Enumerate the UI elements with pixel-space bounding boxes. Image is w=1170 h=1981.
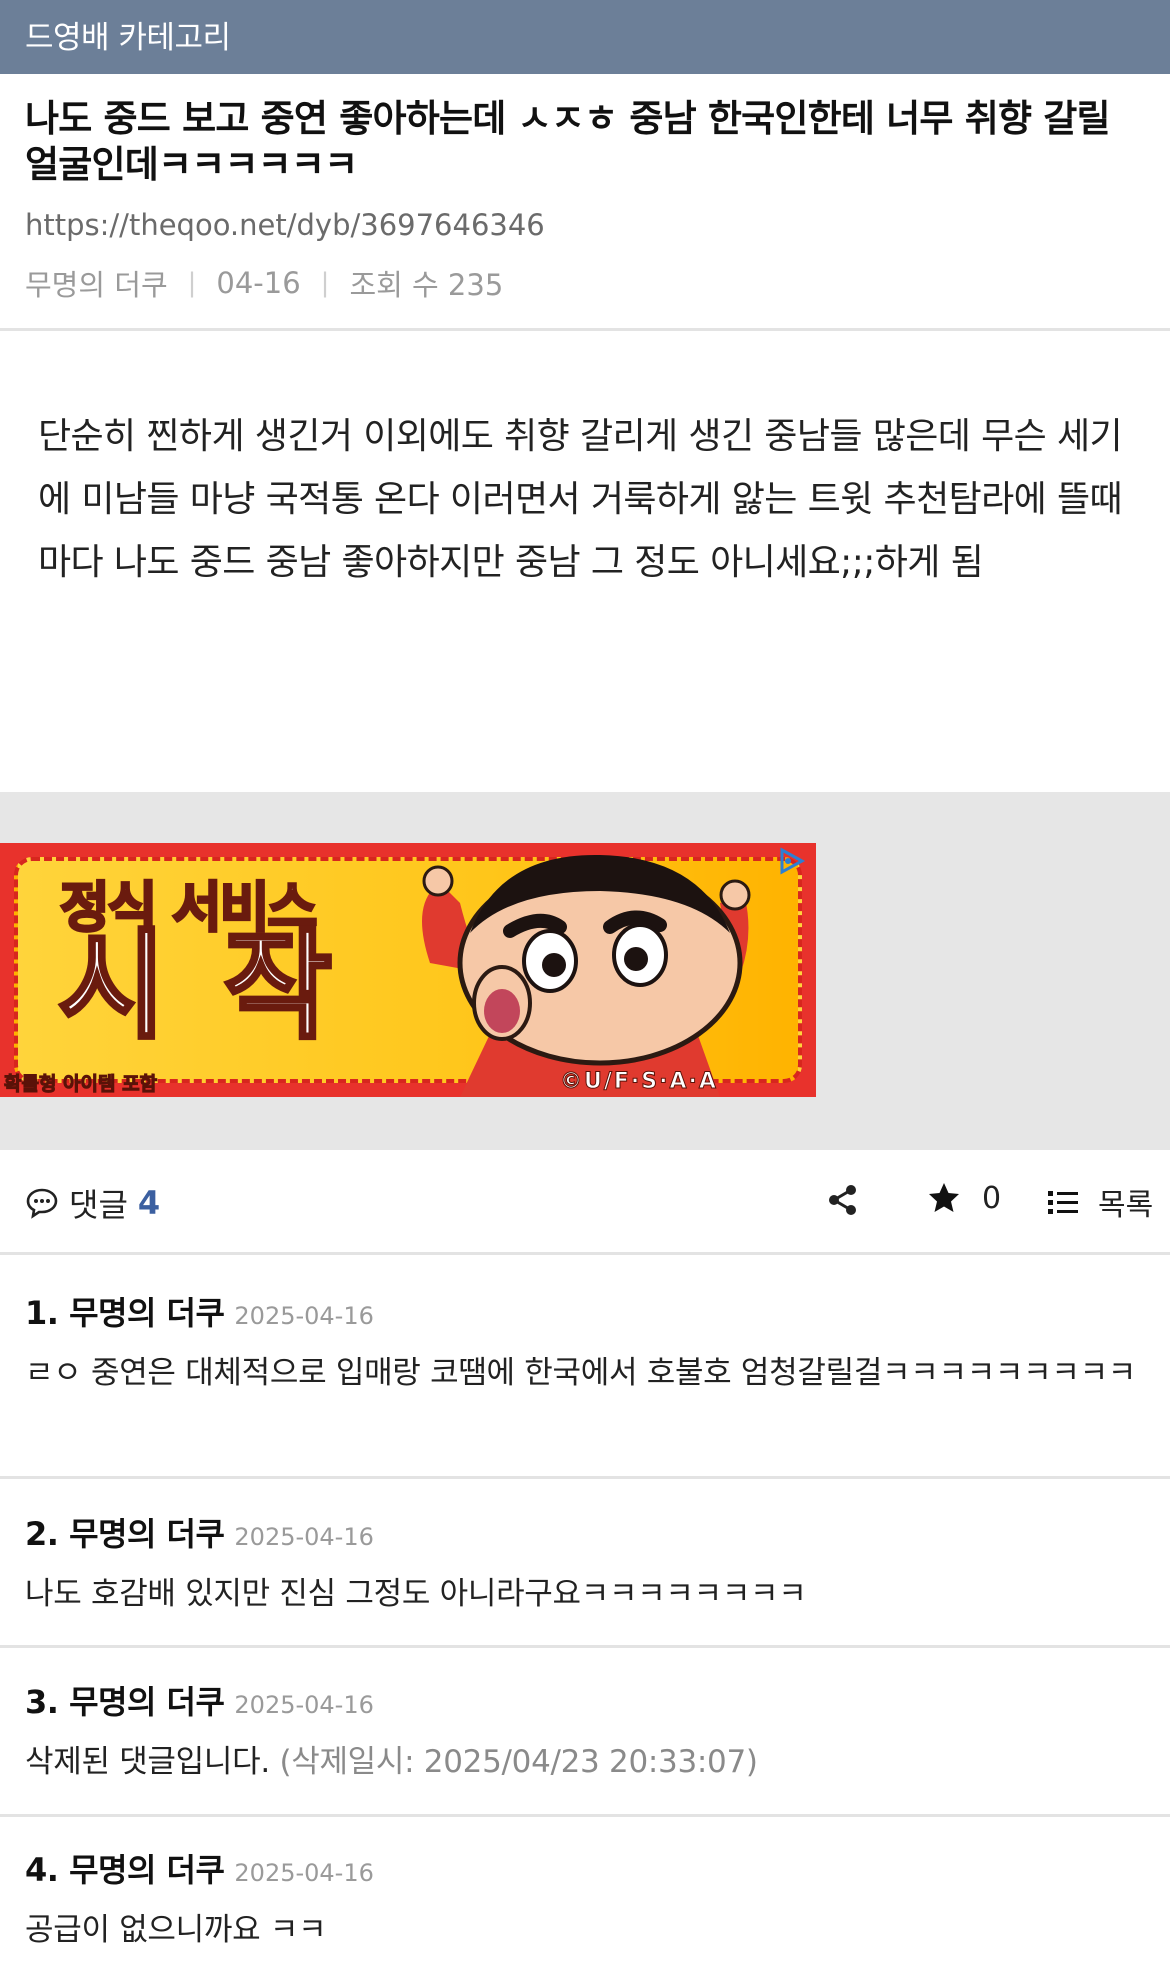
comment-item: 3. 무명의 더쿠 2025-04-16 삭제된 댓글입니다. (삭제일시: 2… (25, 1677, 1150, 1789)
favorite-count: 0 (982, 1180, 1002, 1216)
comment-date: 2025-04-16 (234, 1859, 374, 1887)
comment-text: ㄹㅇ 중연은 대체적으로 입매랑 코땜에 한국에서 호불호 엄청갈릴걸ㅋㅋㅋㅋㅋ… (25, 1355, 1137, 1391)
star-icon (929, 1183, 959, 1212)
comment-text: 삭제된 댓글입니다. (삭제일시: 2025/04/23 20:33:07) (25, 1735, 1150, 1789)
comment-item: 4. 무명의 더쿠 2025-04-16 공급이 없으니까요 ㅋㅋ (25, 1845, 1150, 1957)
comment-author: 1. 무명의 더쿠 (25, 1294, 225, 1332)
ad-disclaimer: 확률형 아이템 포함 (3, 1073, 158, 1096)
divider (0, 1645, 1170, 1648)
speech-bubble-icon (26, 1188, 58, 1219)
post-url[interactable]: https://theqoo.net/dyb/3697646346 (25, 208, 545, 242)
comments-label: 댓글 (69, 1186, 128, 1224)
ad-subheadline: 시 작 (56, 917, 341, 1055)
ad-copyright: ©U/F·S·A·A (560, 1069, 718, 1095)
comment-date: 2025-04-16 (234, 1302, 374, 1330)
share-icon[interactable] (825, 1182, 861, 1218)
comment-text: 나도 호감배 있지만 진심 그정도 아니라구요ㅋㅋㅋㅋㅋㅋㅋㅋ (25, 1576, 807, 1612)
list-button[interactable]: 목록 (1046, 1180, 1153, 1224)
deleted-comment-text: 삭제된 댓글입니다. (25, 1744, 270, 1780)
comment-text: 공급이 없으니까요 ㅋㅋ (25, 1912, 327, 1948)
post-title: 나도 중드 보고 중연 좋아하는데 ㅅㅈㅎ 중남 한국인한테 너무 취향 갈릴 … (25, 97, 1111, 186)
divider (0, 1814, 1170, 1817)
meta-separator: | (320, 268, 330, 298)
post-body: 단순히 찐하게 생긴거 이외에도 취향 갈리게 생긴 중남들 많은데 무슨 세기… (38, 416, 1123, 583)
divider (0, 328, 1170, 331)
post-date: 04-16 (216, 266, 301, 300)
post-views: 조회 수 235 (349, 268, 504, 302)
ad-choices-icon[interactable] (776, 846, 806, 876)
ad-banner[interactable]: 정식 서비스 시 작 확률형 아이템 포함 ©U/F·S·A·A (0, 843, 816, 1097)
post-title-block: 나도 중드 보고 중연 좋아하는데 ㅅㅈㅎ 중남 한국인한테 너무 취향 갈릴 … (25, 96, 1145, 188)
post-author: 무명의 더쿠 (25, 268, 168, 302)
comment-author: 4. 무명의 더쿠 (25, 1851, 225, 1889)
comment-count-button[interactable]: 댓글 4 (25, 1180, 160, 1226)
comment-date: 2025-04-16 (234, 1523, 374, 1551)
list-label: 목록 (1098, 1188, 1154, 1223)
deleted-comment-timestamp: (삭제일시: 2025/04/23 20:33:07) (279, 1744, 758, 1780)
meta-separator: | (187, 268, 197, 298)
category-header[interactable]: 드영배 카테고리 (0, 0, 1170, 74)
comments-count: 4 (137, 1184, 161, 1222)
comment-author: 2. 무명의 더쿠 (25, 1515, 225, 1553)
comment-toolbar: 댓글 4 0 목록 (0, 1150, 1170, 1252)
comment-item: 2. 무명의 더쿠 2025-04-16 나도 호감배 있지만 진심 그정도 아… (25, 1509, 1150, 1621)
list-icon (1048, 1191, 1078, 1214)
favorite-button[interactable]: 0 (926, 1180, 1001, 1216)
cartoon-character-illustration (422, 854, 751, 1097)
comment-date: 2025-04-16 (234, 1691, 374, 1719)
comment-item: 1. 무명의 더쿠 2025-04-16 ㄹㅇ 중연은 대체적으로 입매랑 코땜… (25, 1288, 1150, 1400)
comment-author: 3. 무명의 더쿠 (25, 1683, 225, 1721)
category-label[interactable]: 드영배 카테고리 (25, 12, 231, 57)
divider (0, 1252, 1170, 1255)
post-meta: 무명의 더쿠 | 04-16 | 조회 수 235 (25, 262, 503, 304)
divider (0, 1476, 1170, 1479)
